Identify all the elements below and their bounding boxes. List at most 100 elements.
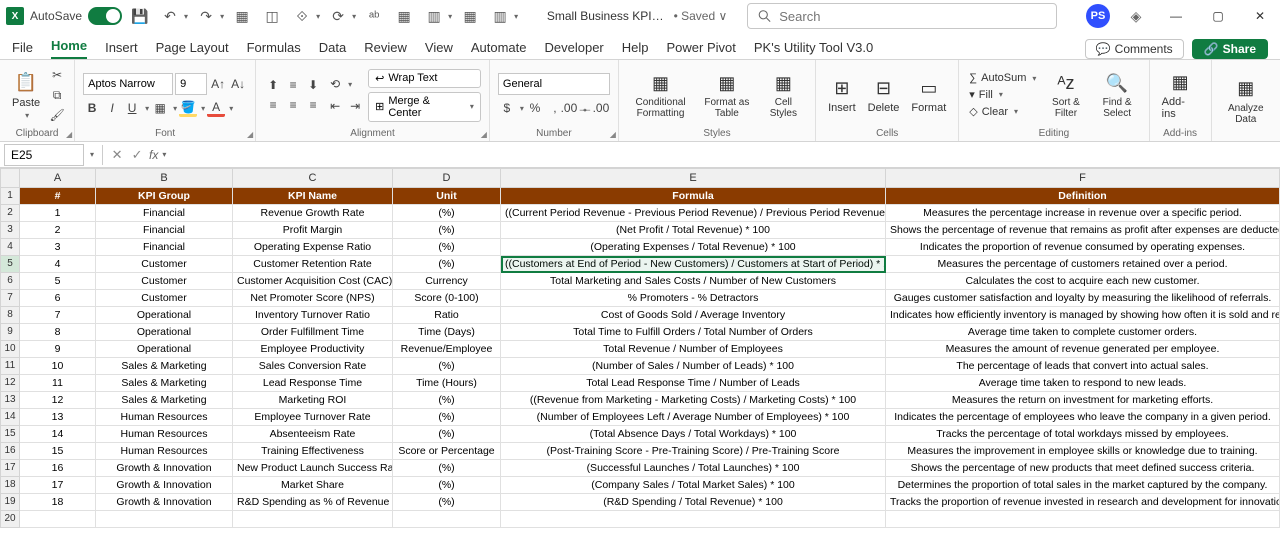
dialog-launcher-icon[interactable]: ◢	[481, 130, 487, 139]
cell[interactable]: (%)	[393, 426, 501, 443]
tab-pk-s-utility-tool-v3-0[interactable]: PK's Utility Tool V3.0	[754, 40, 873, 59]
cell[interactable]: Customer	[96, 290, 233, 307]
minimize-button[interactable]: —	[1162, 2, 1190, 30]
document-name[interactable]: Small Business KPI…	[547, 9, 664, 23]
cell[interactable]: 16	[20, 460, 96, 477]
row-header[interactable]: 19	[0, 494, 20, 511]
cell[interactable]: New Product Launch Success Rate	[233, 460, 393, 477]
tab-page-layout[interactable]: Page Layout	[156, 40, 229, 59]
cell[interactable]: Profit Margin	[233, 222, 393, 239]
cell[interactable]: (Company Sales / Total Market Sales) * 1…	[501, 477, 886, 494]
cell[interactable]: KPI Name	[233, 188, 393, 205]
cell[interactable]: Financial	[96, 222, 233, 239]
cell[interactable]: 2	[20, 222, 96, 239]
tab-automate[interactable]: Automate	[471, 40, 527, 59]
cell[interactable]: Financial	[96, 205, 233, 222]
cell[interactable]: Sales Conversion Rate	[233, 358, 393, 375]
cell[interactable]: Definition	[886, 188, 1280, 205]
font-color-icon[interactable]: A	[207, 99, 225, 117]
tab-help[interactable]: Help	[622, 40, 649, 59]
cell[interactable]: 6	[20, 290, 96, 307]
cell[interactable]: Determines the proportion of total sales…	[886, 477, 1280, 494]
align-middle-icon[interactable]: ≡	[284, 76, 302, 94]
column-header[interactable]: F	[886, 168, 1280, 188]
format-cells-button[interactable]: ▭Format	[907, 74, 950, 116]
cell[interactable]: 15	[20, 443, 96, 460]
cell[interactable]: Sales & Marketing	[96, 375, 233, 392]
row-header[interactable]: 6	[0, 273, 20, 290]
cell[interactable]: Score or Percentage	[393, 443, 501, 460]
row-header[interactable]: 7	[0, 290, 20, 307]
qat-icon-3[interactable]: ⟐	[290, 4, 314, 28]
enter-formula-icon[interactable]: ✓	[127, 147, 147, 163]
cell[interactable]: Total Marketing and Sales Costs / Number…	[501, 273, 886, 290]
row-header[interactable]: 2	[0, 205, 20, 222]
undo-icon[interactable]: ↶	[158, 4, 182, 28]
cell[interactable]: Measures the percentage of customers ret…	[886, 256, 1280, 273]
cell[interactable]: ((Customers at End of Period - New Custo…	[501, 256, 886, 273]
close-button[interactable]: ✕	[1246, 2, 1274, 30]
cell[interactable]: Customer Acquisition Cost (CAC)	[233, 273, 393, 290]
cell[interactable]: (Number of Sales / Number of Leads) * 10…	[501, 358, 886, 375]
tab-developer[interactable]: Developer	[545, 40, 604, 59]
cell[interactable]: Growth & Innovation	[96, 494, 233, 511]
row-header[interactable]: 3	[0, 222, 20, 239]
font-name-input[interactable]	[83, 73, 173, 95]
cell[interactable]: Market Share	[233, 477, 393, 494]
qat-icon-1[interactable]: ▦	[230, 4, 254, 28]
cell[interactable]: Average time taken to respond to new lea…	[886, 375, 1280, 392]
save-status[interactable]: • Saved ∨	[674, 9, 728, 23]
cell[interactable]: 7	[20, 307, 96, 324]
paste-button[interactable]: 📋Paste▾	[8, 69, 44, 122]
row-header[interactable]: 16	[0, 443, 20, 460]
cell[interactable]: Indicates the percentage of employees wh…	[886, 409, 1280, 426]
cell[interactable]: Sales & Marketing	[96, 392, 233, 409]
cell[interactable]: R&D Spending as % of Revenue	[233, 494, 393, 511]
align-left-icon[interactable]: ≡	[264, 96, 282, 114]
cell[interactable]: Inventory Turnover Ratio	[233, 307, 393, 324]
format-painter-icon[interactable]: 🖌	[48, 106, 66, 124]
cell[interactable]: 17	[20, 477, 96, 494]
dialog-launcher-icon[interactable]: ◢	[610, 130, 616, 139]
cell[interactable]: Employee Turnover Rate	[233, 409, 393, 426]
cell[interactable]: Sales & Marketing	[96, 358, 233, 375]
cell[interactable]: 9	[20, 341, 96, 358]
align-center-icon[interactable]: ≡	[284, 96, 302, 114]
cell[interactable]: (Number of Employees Left / Average Numb…	[501, 409, 886, 426]
search-box[interactable]	[747, 3, 1057, 29]
cell[interactable]: Average time taken to complete customer …	[886, 324, 1280, 341]
insert-cells-button[interactable]: ⊞Insert	[824, 74, 860, 116]
qat-icon-9[interactable]: ▥	[488, 4, 512, 28]
tab-power-pivot[interactable]: Power Pivot	[667, 40, 736, 59]
cell[interactable]: Total Time to Fulfill Orders / Total Num…	[501, 324, 886, 341]
cell[interactable]: Ratio	[393, 307, 501, 324]
tab-insert[interactable]: Insert	[105, 40, 138, 59]
cell[interactable]: Operational	[96, 341, 233, 358]
cell[interactable]	[886, 511, 1280, 528]
bold-button[interactable]: B	[83, 99, 101, 117]
row-header[interactable]: 11	[0, 358, 20, 375]
cell[interactable]: KPI Group	[96, 188, 233, 205]
fill-color-icon[interactable]: 🪣	[179, 99, 197, 117]
cell[interactable]: The percentage of leads that convert int…	[886, 358, 1280, 375]
cell[interactable]: (R&D Spending / Total Revenue) * 100	[501, 494, 886, 511]
merge-center-button[interactable]: ⊞ Merge & Center ▾	[368, 92, 481, 122]
fill-button[interactable]: ▾ Fill ▾	[967, 87, 1038, 102]
tab-file[interactable]: File	[12, 40, 33, 59]
cell-styles-button[interactable]: ▦Cell Styles	[760, 69, 808, 121]
cell[interactable]: Shows the percentage of new products tha…	[886, 460, 1280, 477]
cell[interactable]: 10	[20, 358, 96, 375]
cell[interactable]: (%)	[393, 460, 501, 477]
sort-filter-button[interactable]: ᴬᴢSort & Filter	[1042, 69, 1089, 121]
cell[interactable]: 1	[20, 205, 96, 222]
tab-review[interactable]: Review	[364, 40, 407, 59]
row-header[interactable]: 20	[0, 511, 20, 528]
tab-view[interactable]: View	[425, 40, 453, 59]
cell[interactable]: Human Resources	[96, 409, 233, 426]
cell[interactable]: (%)	[393, 222, 501, 239]
cell[interactable]: 18	[20, 494, 96, 511]
find-select-button[interactable]: 🔍Find & Select	[1094, 69, 1141, 121]
column-header[interactable]: D	[393, 168, 501, 188]
save-icon[interactable]: 💾	[128, 4, 152, 28]
cell[interactable]: #	[20, 188, 96, 205]
